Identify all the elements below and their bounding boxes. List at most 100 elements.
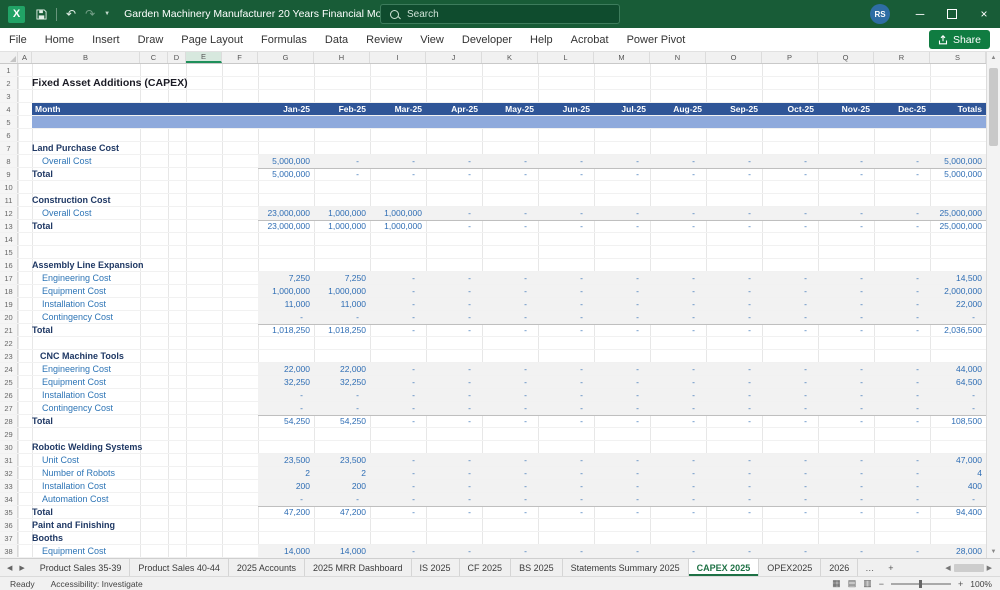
cell[interactable]: - — [706, 493, 762, 505]
cell[interactable]: 14,000 — [258, 545, 314, 557]
column-header-F[interactable]: F — [222, 52, 258, 63]
cell[interactable]: 22,000 — [314, 363, 370, 375]
menu-item-page-layout[interactable]: Page Layout — [172, 28, 252, 52]
cell[interactable]: - — [650, 454, 706, 466]
cell[interactable]: - — [594, 298, 650, 310]
cell[interactable]: - — [706, 363, 762, 375]
cell[interactable]: - — [594, 272, 650, 284]
cell[interactable]: 1,018,250 — [314, 324, 370, 336]
column-header-H[interactable]: H — [314, 52, 370, 63]
cell[interactable]: - — [482, 298, 538, 310]
menu-item-home[interactable]: Home — [36, 28, 83, 52]
hscroll-left-icon[interactable]: ◀ — [945, 564, 950, 572]
cell[interactable]: - — [650, 363, 706, 375]
row-label[interactable]: Overall Cost — [42, 155, 92, 167]
cell[interactable]: - — [482, 311, 538, 323]
row-header[interactable]: 10 — [0, 181, 18, 193]
row-label[interactable]: Number of Robots — [42, 467, 115, 479]
sheet-tab[interactable]: Product Sales 40-44 — [130, 559, 229, 576]
cell[interactable]: - — [482, 363, 538, 375]
column-header-D[interactable]: D — [168, 52, 186, 63]
cell[interactable]: - — [762, 324, 818, 336]
row-header[interactable]: 5 — [0, 116, 18, 128]
menu-item-acrobat[interactable]: Acrobat — [562, 28, 618, 52]
cell[interactable]: - — [706, 168, 762, 180]
row-header[interactable]: 35 — [0, 506, 18, 518]
column-header-J[interactable]: J — [426, 52, 482, 63]
row-header[interactable]: 21 — [0, 324, 18, 336]
cell-total[interactable]: 44,000 — [930, 363, 986, 375]
row-header[interactable]: 1 — [0, 64, 18, 76]
row-header[interactable]: 6 — [0, 129, 18, 141]
cell[interactable]: 32,250 — [314, 376, 370, 388]
cell[interactable]: - — [762, 207, 818, 219]
cell[interactable]: - — [482, 454, 538, 466]
cell[interactable]: - — [706, 207, 762, 219]
cell[interactable]: - — [370, 155, 426, 167]
cell[interactable]: - — [538, 415, 594, 427]
cell[interactable]: - — [594, 545, 650, 557]
cell[interactable]: - — [426, 376, 482, 388]
cell[interactable]: - — [594, 415, 650, 427]
cell[interactable]: - — [874, 155, 930, 167]
cell[interactable]: - — [594, 285, 650, 297]
hscroll-right-icon[interactable]: ▶ — [987, 564, 992, 572]
sheet-tab[interactable]: CAPEX 2025 — [688, 559, 760, 576]
cell[interactable]: - — [594, 220, 650, 232]
cell[interactable]: - — [818, 467, 874, 479]
cell[interactable]: 32,250 — [258, 376, 314, 388]
cell[interactable]: - — [370, 402, 426, 414]
cell[interactable]: 23,500 — [314, 454, 370, 466]
cell[interactable]: - — [482, 480, 538, 492]
row-header[interactable]: 30 — [0, 441, 18, 453]
menu-item-formulas[interactable]: Formulas — [252, 28, 316, 52]
cell[interactable]: - — [650, 220, 706, 232]
cell[interactable]: - — [818, 168, 874, 180]
cell[interactable]: - — [874, 311, 930, 323]
cell[interactable]: - — [314, 311, 370, 323]
cell[interactable]: - — [538, 324, 594, 336]
sheet-tab[interactable]: CF 2025 — [460, 559, 512, 576]
column-header-P[interactable]: P — [762, 52, 818, 63]
cell[interactable]: - — [706, 545, 762, 557]
undo-icon[interactable]: ↶ — [66, 7, 76, 21]
menu-item-help[interactable]: Help — [521, 28, 562, 52]
cell[interactable]: - — [538, 155, 594, 167]
cell[interactable]: - — [482, 272, 538, 284]
cell[interactable]: - — [874, 220, 930, 232]
row-header[interactable]: 16 — [0, 259, 18, 271]
cell[interactable]: - — [818, 298, 874, 310]
cell[interactable]: - — [818, 545, 874, 557]
column-header-R[interactable]: R — [874, 52, 930, 63]
cell[interactable]: - — [426, 402, 482, 414]
search-box[interactable] — [380, 4, 620, 24]
row-label[interactable]: Equipment Cost — [42, 545, 106, 557]
search-input[interactable] — [405, 7, 589, 21]
row-header[interactable]: 7 — [0, 142, 18, 154]
cell[interactable]: - — [874, 168, 930, 180]
cell[interactable]: - — [426, 545, 482, 557]
row-label[interactable]: Unit Cost — [42, 454, 79, 466]
select-all-corner[interactable] — [0, 52, 18, 63]
cell[interactable]: - — [818, 454, 874, 466]
zoom-level[interactable]: 100% — [970, 579, 992, 589]
row-label[interactable]: Total — [32, 220, 53, 232]
cell[interactable]: - — [818, 389, 874, 401]
cell[interactable]: - — [482, 545, 538, 557]
scroll-down-icon[interactable]: ▼ — [987, 549, 1000, 555]
cell[interactable]: - — [650, 389, 706, 401]
row-header[interactable]: 20 — [0, 311, 18, 323]
cell[interactable]: - — [818, 220, 874, 232]
cell[interactable]: - — [370, 480, 426, 492]
share-button[interactable]: Share — [928, 30, 990, 49]
cell[interactable]: - — [482, 155, 538, 167]
vertical-scroll-thumb[interactable] — [989, 68, 998, 146]
cell-total[interactable]: - — [930, 402, 986, 414]
row-header[interactable]: 33 — [0, 480, 18, 492]
row-header[interactable]: 8 — [0, 155, 18, 167]
cell[interactable]: 23,500 — [258, 454, 314, 466]
cell-total[interactable]: - — [930, 311, 986, 323]
cell[interactable]: - — [706, 272, 762, 284]
cell[interactable]: - — [426, 298, 482, 310]
cell[interactable]: - — [762, 272, 818, 284]
